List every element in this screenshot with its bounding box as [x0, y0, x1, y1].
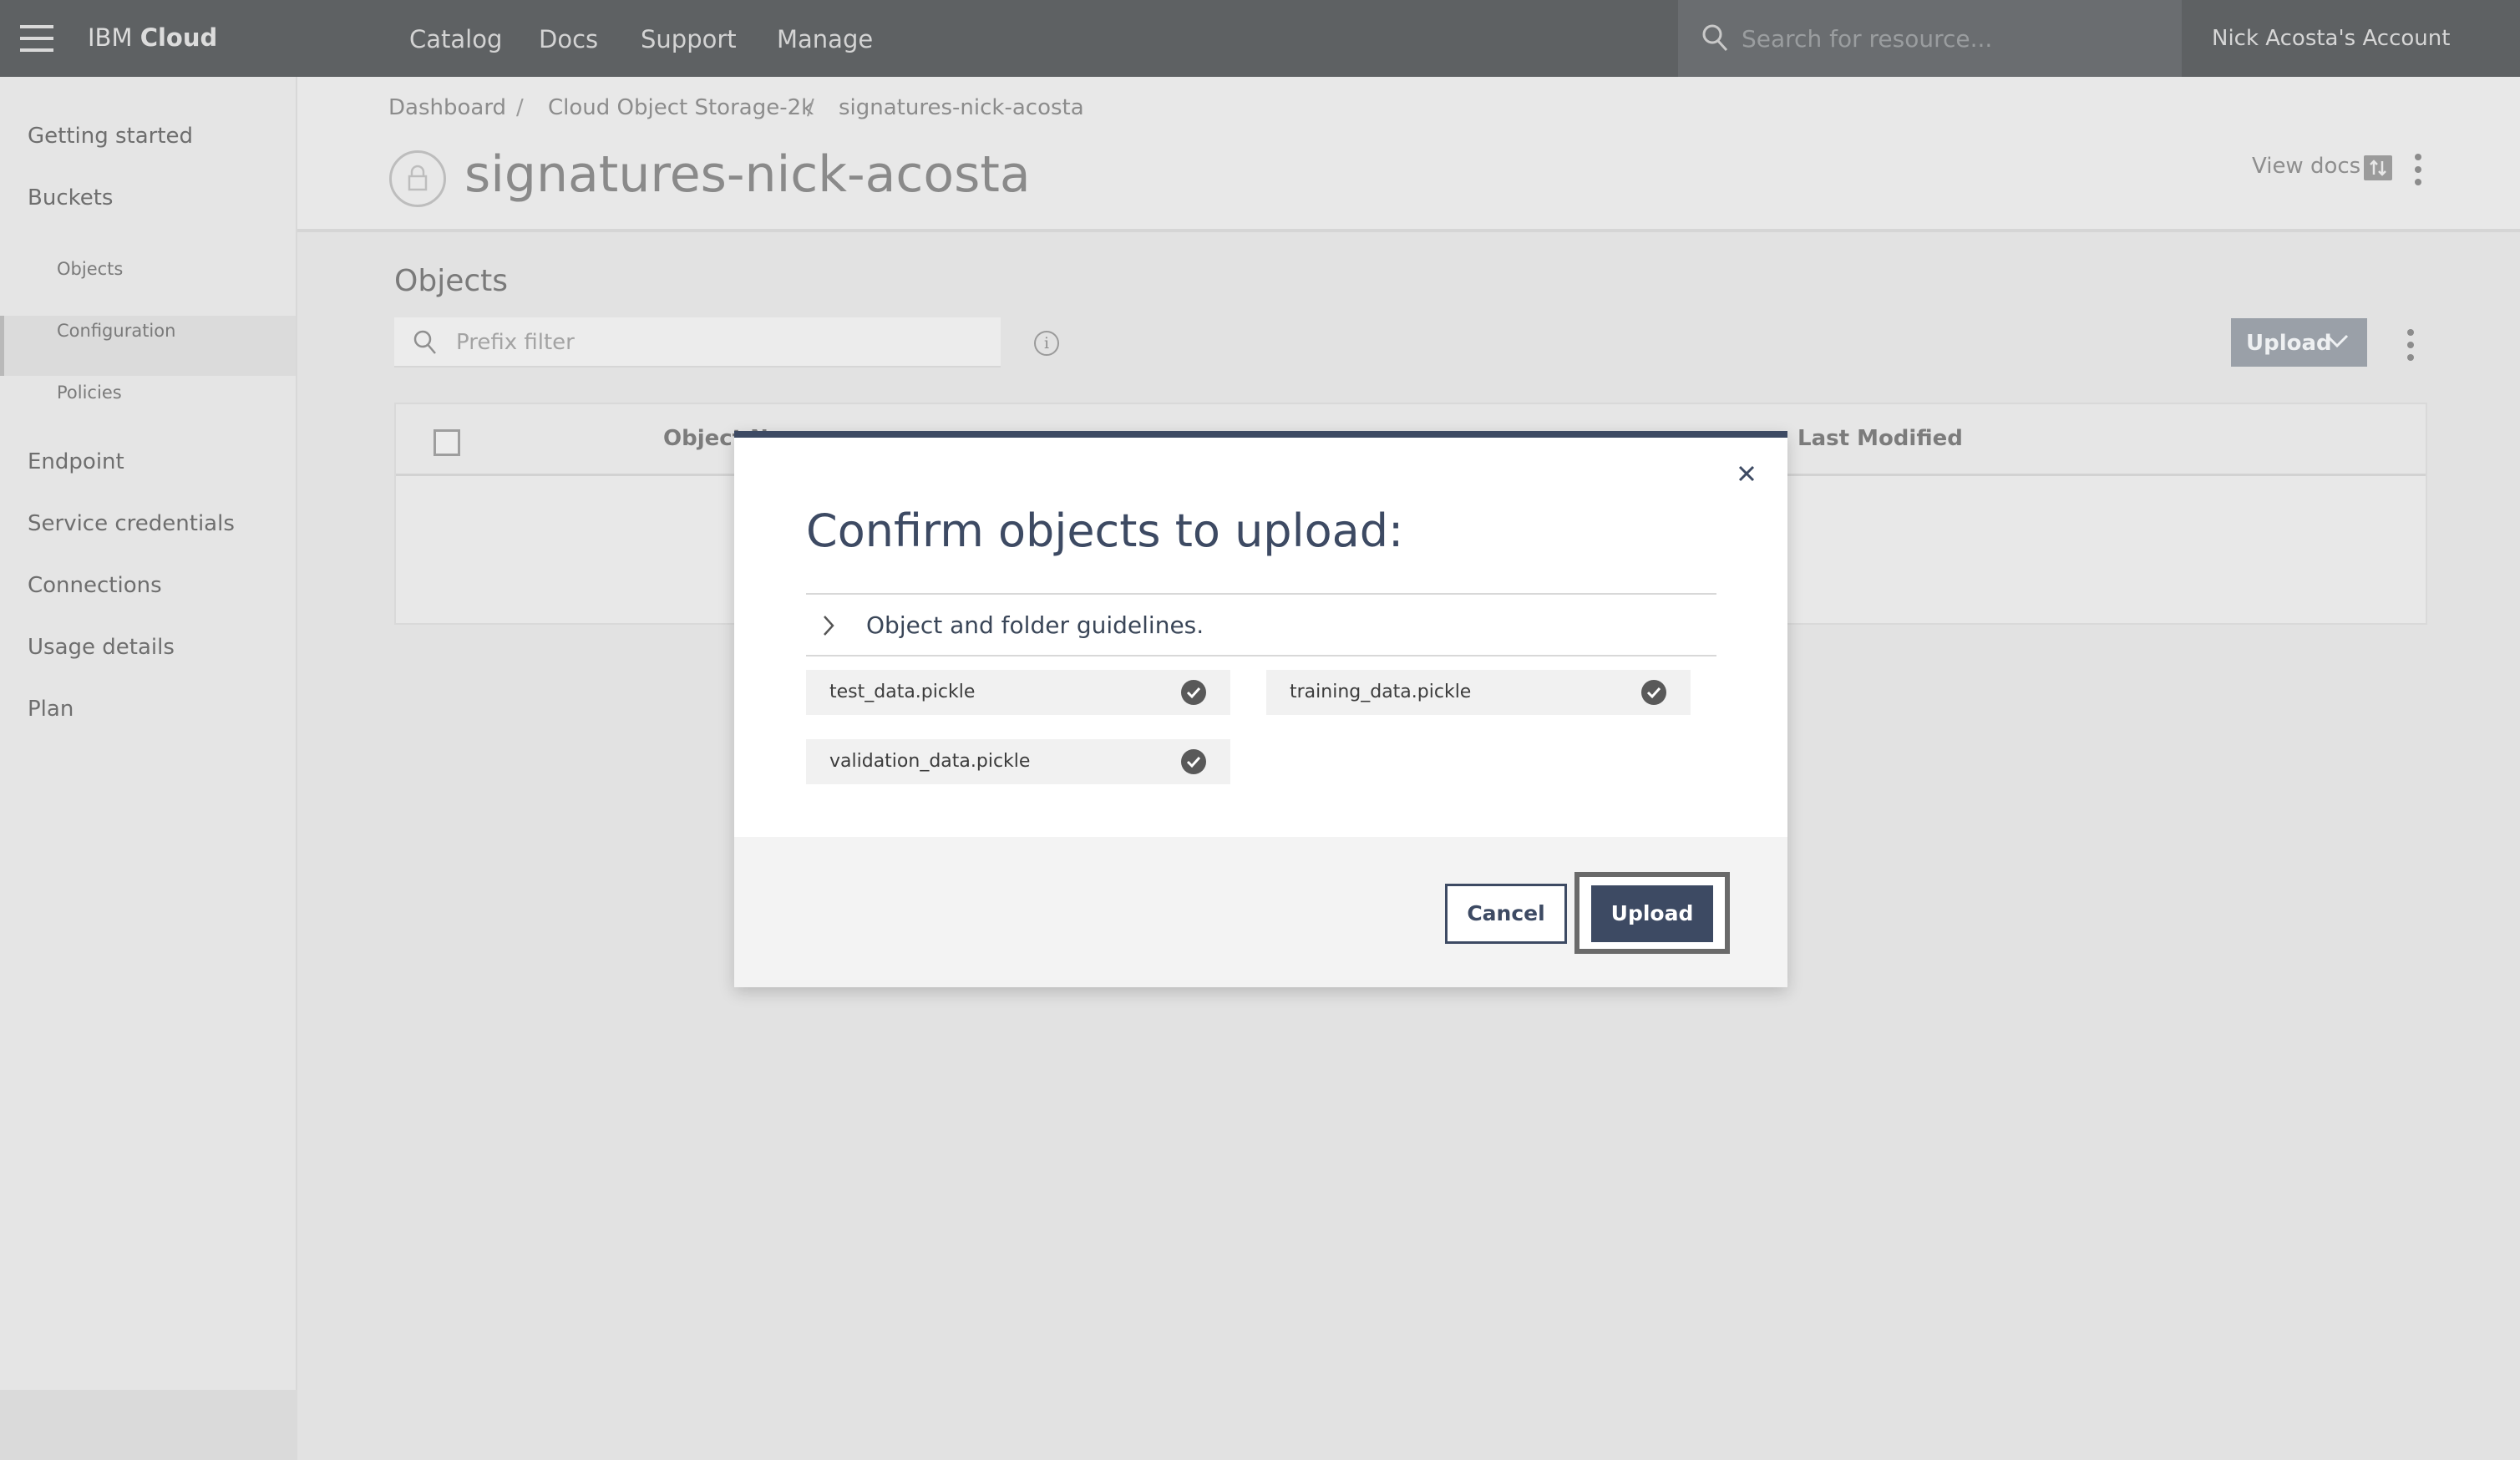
upload-confirm-button[interactable]: Upload — [1591, 885, 1713, 942]
guidelines-label: Object and folder guidelines. — [866, 611, 1204, 639]
file-chip: validation_data.pickle — [806, 739, 1230, 784]
page-title: signatures-nick-acosta — [464, 145, 1031, 204]
sidebar-item-connections[interactable]: Connections — [28, 573, 162, 598]
check-circle-icon — [1641, 680, 1666, 705]
breadcrumb-dashboard[interactable]: Dashboard — [388, 95, 506, 120]
check-circle-icon — [1181, 749, 1206, 774]
brand-logo[interactable]: IBM Cloud — [88, 23, 217, 52]
search-icon — [1702, 24, 1728, 52]
breadcrumb-bucket: signatures-nick-acosta — [839, 95, 1084, 120]
nav-docs[interactable]: Docs — [539, 25, 598, 53]
sidebar-item-service-credentials[interactable]: Service credentials — [28, 511, 235, 536]
bucket-lock-icon — [389, 150, 446, 207]
hamburger-menu-icon[interactable] — [20, 25, 53, 52]
upload-dropdown-button[interactable]: Upload — [2231, 318, 2367, 367]
sidebar: Getting started Buckets Objects Configur… — [0, 77, 297, 1390]
nav-catalog[interactable]: Catalog — [409, 25, 502, 53]
docs-icon[interactable] — [2364, 155, 2392, 180]
column-last-modified[interactable]: Last Modified — [1797, 426, 1963, 451]
sidebar-item-getting-started[interactable]: Getting started — [28, 124, 193, 149]
prefix-filter — [394, 317, 1001, 368]
search-input[interactable] — [1740, 18, 2157, 58]
sidebar-item-objects[interactable]: Objects — [57, 259, 123, 279]
brand-text: IBM — [88, 23, 140, 52]
file-name: training_data.pickle — [1290, 682, 1472, 702]
select-all-checkbox[interactable] — [434, 429, 460, 456]
sidebar-item-policies[interactable]: Policies — [57, 383, 122, 403]
file-chip: test_data.pickle — [806, 670, 1230, 715]
guidelines-accordion[interactable]: Object and folder guidelines. — [806, 593, 1716, 656]
file-name: validation_data.pickle — [829, 751, 1031, 772]
objects-section-title: Objects — [394, 264, 509, 298]
upload-button-label: Upload — [2246, 331, 2332, 356]
sidebar-item-usage-details[interactable]: Usage details — [28, 635, 175, 660]
close-icon[interactable] — [1736, 463, 1757, 484]
sidebar-item-buckets[interactable]: Buckets — [28, 185, 113, 210]
cancel-button[interactable]: Cancel — [1445, 884, 1567, 944]
info-icon[interactable]: i — [1034, 331, 1059, 356]
nav-support[interactable]: Support — [641, 25, 737, 53]
breadcrumb-cloud-object-storage[interactable]: Cloud Object Storage-2k — [548, 95, 814, 120]
nav-manage[interactable]: Manage — [777, 25, 873, 53]
sidebar-item-plan[interactable]: Plan — [28, 697, 74, 722]
sidebar-footer — [0, 1390, 297, 1460]
breadcrumb-separator: / — [807, 95, 814, 120]
global-search — [1678, 0, 2182, 77]
brand-bold-text: Cloud — [139, 23, 218, 52]
modal-footer: Cancel Upload — [734, 837, 1787, 987]
objects-overflow-menu-icon[interactable] — [2407, 329, 2416, 367]
check-circle-icon — [1181, 680, 1206, 705]
chevron-down-icon — [2325, 334, 2349, 348]
header-overflow-menu-icon[interactable] — [2415, 154, 2423, 191]
sidebar-item-configuration[interactable]: Configuration — [57, 321, 175, 341]
confirm-upload-modal: Confirm objects to upload: Object and fo… — [734, 431, 1787, 987]
view-docs-link[interactable]: View docs — [2252, 154, 2360, 179]
sidebar-item-endpoint[interactable]: Endpoint — [28, 449, 124, 474]
modal-title: Confirm objects to upload: — [806, 504, 1404, 557]
page-header: Dashboard / Cloud Object Storage-2k / si… — [297, 77, 2520, 232]
chevron-right-icon — [824, 616, 834, 636]
breadcrumb-separator: / — [516, 95, 524, 120]
account-switcher[interactable]: Nick Acosta's Account — [2212, 26, 2450, 51]
top-nav: IBM Cloud Catalog Docs Support Manage Ni… — [0, 0, 2520, 77]
file-chip: training_data.pickle — [1266, 670, 1691, 715]
prefix-filter-input[interactable] — [454, 324, 972, 361]
file-name: test_data.pickle — [829, 682, 976, 702]
search-icon — [413, 330, 436, 354]
